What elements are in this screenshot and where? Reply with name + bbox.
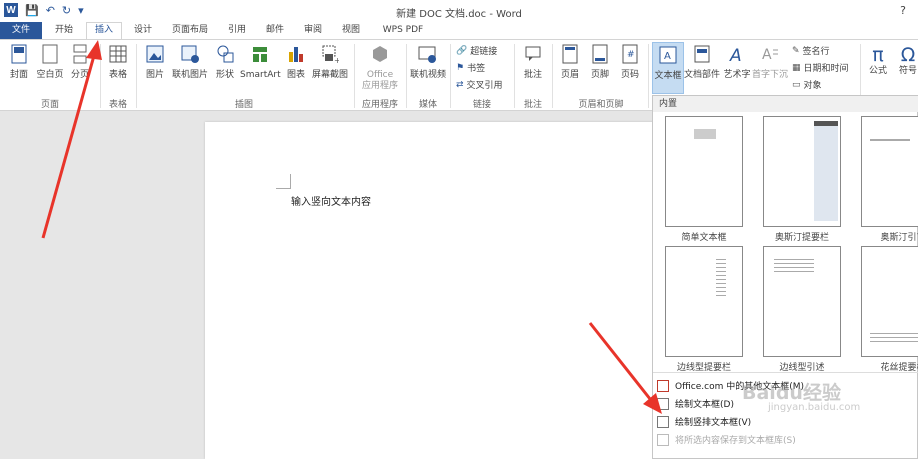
arrowhead-vertical-textbox <box>643 393 662 414</box>
arrow-to-insert-tab <box>41 51 97 239</box>
annotation-arrows <box>41 40 662 414</box>
arrowhead-insert-tab <box>86 40 102 60</box>
arrow-to-vertical-textbox <box>588 322 656 405</box>
